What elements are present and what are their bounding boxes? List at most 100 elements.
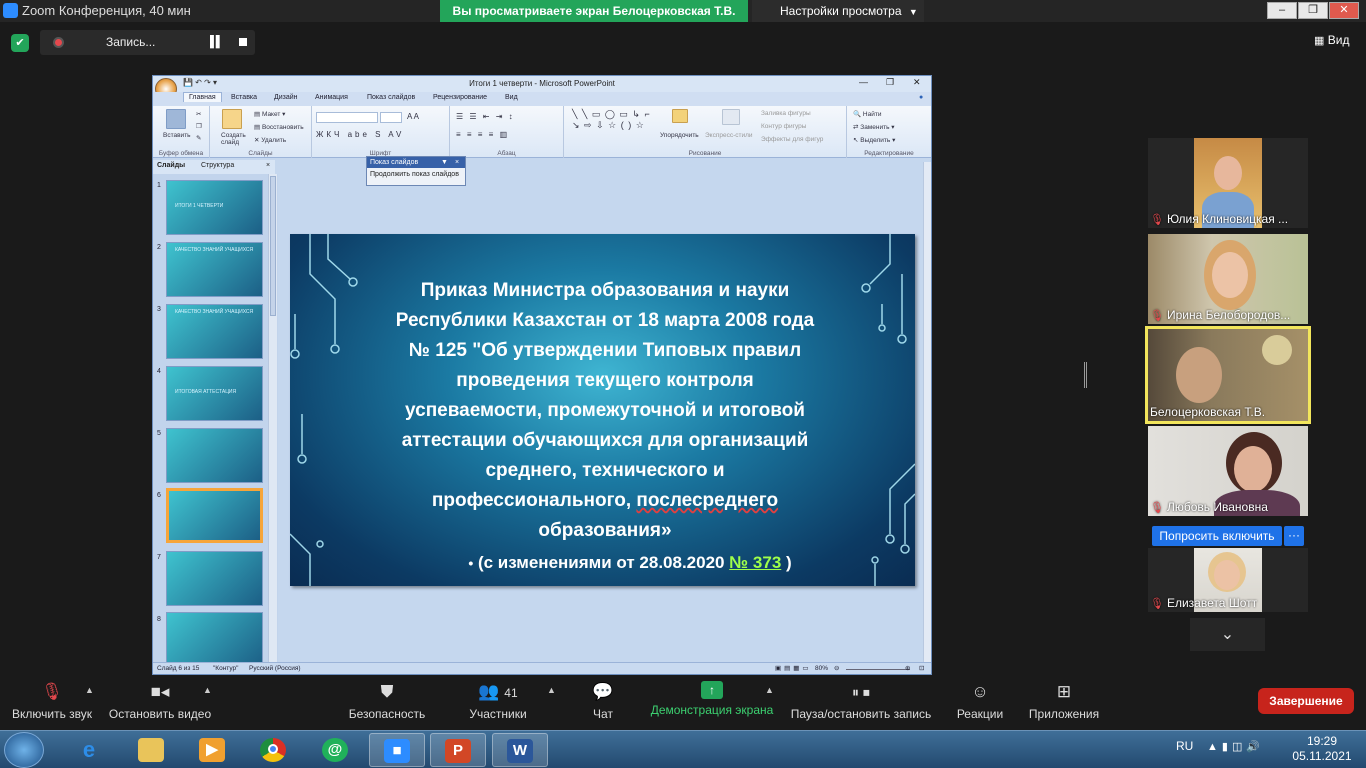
security-button[interactable]: ⛊ Безопасность: [346, 675, 428, 730]
font-name-input[interactable]: [316, 112, 378, 123]
tray-icons[interactable]: ▲▮◫🔊: [1207, 740, 1264, 753]
messenger-taskbar-icon[interactable]: @: [308, 733, 364, 767]
resume-slideshow-button[interactable]: Продолжить показ слайдов: [370, 171, 459, 178]
explorer-taskbar-icon[interactable]: [124, 733, 180, 767]
document-link[interactable]: № 373: [729, 553, 781, 572]
reset-button[interactable]: ▤ Восстановить: [254, 123, 304, 131]
slide-thumbnail[interactable]: Итоговая аттестация: [166, 366, 263, 421]
scroll-down-button[interactable]: ⌄: [1190, 618, 1265, 651]
tab-review[interactable]: Рецензирование: [433, 94, 487, 101]
security-shield-icon[interactable]: ✔: [11, 34, 29, 52]
view-settings-button[interactable]: Настройки просмотра ▼: [752, 0, 924, 22]
ppt-minimize-button[interactable]: —: [859, 77, 868, 87]
scrollbar-thumb[interactable]: [270, 176, 276, 316]
zoom-level[interactable]: 80%: [815, 665, 828, 672]
find-button[interactable]: 🔍 Найти: [853, 110, 881, 118]
view-button[interactable]: ▦ Вид: [1314, 33, 1349, 47]
shape-effects-button[interactable]: Эффекты для фигур: [761, 136, 823, 143]
slide-thumbnail[interactable]: Качество знаний учащихся: [166, 242, 263, 297]
copy-icon[interactable]: ❐: [196, 122, 202, 130]
list-icons[interactable]: ☰ ☰ ⇤ ⇥ ↕: [456, 112, 515, 121]
slide-thumbnail[interactable]: Итоги 1 четверти: [166, 180, 263, 235]
tab-outline[interactable]: Структура: [201, 162, 234, 169]
slide-thumbnail[interactable]: Качество знаний учащихся: [166, 304, 263, 359]
media-player-taskbar-icon[interactable]: ▶: [185, 733, 241, 767]
slide-thumbnail-selected[interactable]: [166, 488, 263, 543]
powerpoint-taskbar-icon[interactable]: P: [430, 733, 486, 767]
participants-caret[interactable]: ▲: [547, 685, 556, 695]
layout-button[interactable]: ▤ Макет ▾: [254, 110, 285, 118]
arrange-button[interactable]: Упорядочить: [660, 132, 699, 139]
delete-slide-button[interactable]: ✕ Удалить: [254, 136, 286, 144]
zoom-taskbar-icon[interactable]: ■: [369, 733, 425, 767]
unmute-button[interactable]: 🎙 Включить звук: [8, 675, 96, 730]
start-button-icon[interactable]: [4, 732, 44, 768]
replace-button[interactable]: ⇄ Заменить ▾: [853, 123, 895, 131]
format-painter-icon[interactable]: ✎: [196, 134, 201, 142]
quick-access-icons[interactable]: 💾 ↶ ↷ ▾: [183, 78, 217, 87]
tab-animation[interactable]: Анимация: [315, 94, 348, 101]
grow-font-icon[interactable]: A A: [407, 112, 419, 121]
participant-tile[interactable]: 🎙 Любовь Ивановна: [1148, 426, 1308, 516]
slide-thumbnail[interactable]: [166, 612, 263, 667]
pause-recording-icon[interactable]: ▌▌: [210, 36, 224, 48]
panel-resize-handle[interactable]: [1084, 362, 1087, 388]
participants-button[interactable]: 👥 41 Участники: [466, 675, 530, 730]
fit-slide-icon[interactable]: ⊡: [919, 664, 924, 672]
view-mode-icons[interactable]: ▣▤▦▭: [775, 664, 812, 672]
dropdown-icon[interactable]: ▼: [441, 157, 448, 168]
participant-tile-active-speaker[interactable]: Белоцерковская Т.В.: [1145, 326, 1311, 424]
pause-stop-recording-button[interactable]: ⏸ ⏹ Пауза/остановить запись: [788, 675, 934, 730]
new-slide-button[interactable]: Создать слайд: [221, 132, 247, 146]
shape-fill-button[interactable]: Заливка фигуры: [761, 110, 811, 117]
paste-button[interactable]: Вставить: [163, 132, 191, 139]
apps-button[interactable]: ⊞ Приложения: [1026, 675, 1102, 730]
tab-insert[interactable]: Вставка: [231, 94, 257, 101]
tab-design[interactable]: Дизайн: [274, 94, 298, 101]
ppt-restore-button[interactable]: ❐: [886, 77, 894, 88]
share-screen-button[interactable]: ↑ Демонстрация экрана: [648, 675, 776, 730]
tab-home[interactable]: Главная: [183, 92, 222, 102]
language[interactable]: Русский (Россия): [249, 665, 301, 672]
quick-styles-button[interactable]: Экспресс-стили: [705, 132, 753, 139]
word-taskbar-icon[interactable]: W: [492, 733, 548, 767]
participant-tile[interactable]: 🎙 Юлия Клиновицкая ...: [1148, 138, 1308, 228]
end-meeting-button[interactable]: Завершение: [1258, 688, 1354, 714]
more-options-button[interactable]: ···: [1284, 526, 1304, 546]
zoom-slider[interactable]: [846, 669, 910, 670]
participant-tile[interactable]: 🎙 Ирина Белобородов...: [1148, 234, 1308, 324]
shapes-gallery[interactable]: ╲ ╲ ▭ ◯ ▭ ↳ ⌐ ↘ ⇨ ⇩ ☆ ( ) ☆: [572, 109, 652, 131]
stop-recording-icon[interactable]: [239, 38, 247, 46]
shape-outline-button[interactable]: Контур фигуры: [761, 123, 806, 130]
share-options-caret[interactable]: ▲: [765, 685, 774, 695]
audio-options-caret[interactable]: ▲: [85, 685, 94, 695]
zoom-out-icon[interactable]: ⊖: [834, 664, 839, 672]
thumbnails-scrollbar[interactable]: [268, 174, 277, 662]
chat-button[interactable]: 💬 Чат: [586, 675, 620, 730]
tab-view[interactable]: Вид: [505, 94, 518, 101]
tab-slideshow[interactable]: Показ слайдов: [367, 94, 415, 101]
slide-thumbnail[interactable]: [166, 551, 263, 606]
ask-to-unmute-button[interactable]: Попросить включить: [1152, 526, 1282, 546]
ie-taskbar-icon[interactable]: e: [62, 733, 118, 767]
chrome-taskbar-icon[interactable]: [246, 733, 302, 767]
ppt-close-button[interactable]: ✕: [913, 77, 921, 88]
video-options-caret[interactable]: ▲: [203, 685, 212, 695]
clock[interactable]: 19:29 05.11.2021: [1286, 734, 1358, 764]
font-size-input[interactable]: [380, 112, 402, 123]
select-button[interactable]: ↖ Выделить ▾: [853, 136, 895, 144]
stop-video-button[interactable]: ■◂ Остановить видео: [108, 675, 212, 730]
close-pane-icon[interactable]: ×: [266, 162, 270, 169]
maximize-button[interactable]: ❐: [1298, 2, 1328, 19]
slide-scrollbar[interactable]: [923, 162, 931, 662]
zoom-in-icon[interactable]: ⊕: [905, 664, 910, 672]
participant-tile[interactable]: 🎙 Елизавета Шотт: [1148, 548, 1308, 612]
reactions-button[interactable]: ☺ Реакции: [954, 675, 1006, 730]
close-button[interactable]: ✕: [1329, 2, 1359, 19]
language-indicator[interactable]: RU: [1176, 739, 1193, 753]
font-style-icons[interactable]: ЖКЧ abe S AV: [316, 130, 404, 139]
align-icons[interactable]: ≡ ≡ ≡ ≡ ▥: [456, 130, 509, 139]
close-icon[interactable]: ×: [455, 157, 459, 168]
minimize-button[interactable]: –: [1267, 2, 1297, 19]
cut-icon[interactable]: ✂: [196, 110, 201, 118]
